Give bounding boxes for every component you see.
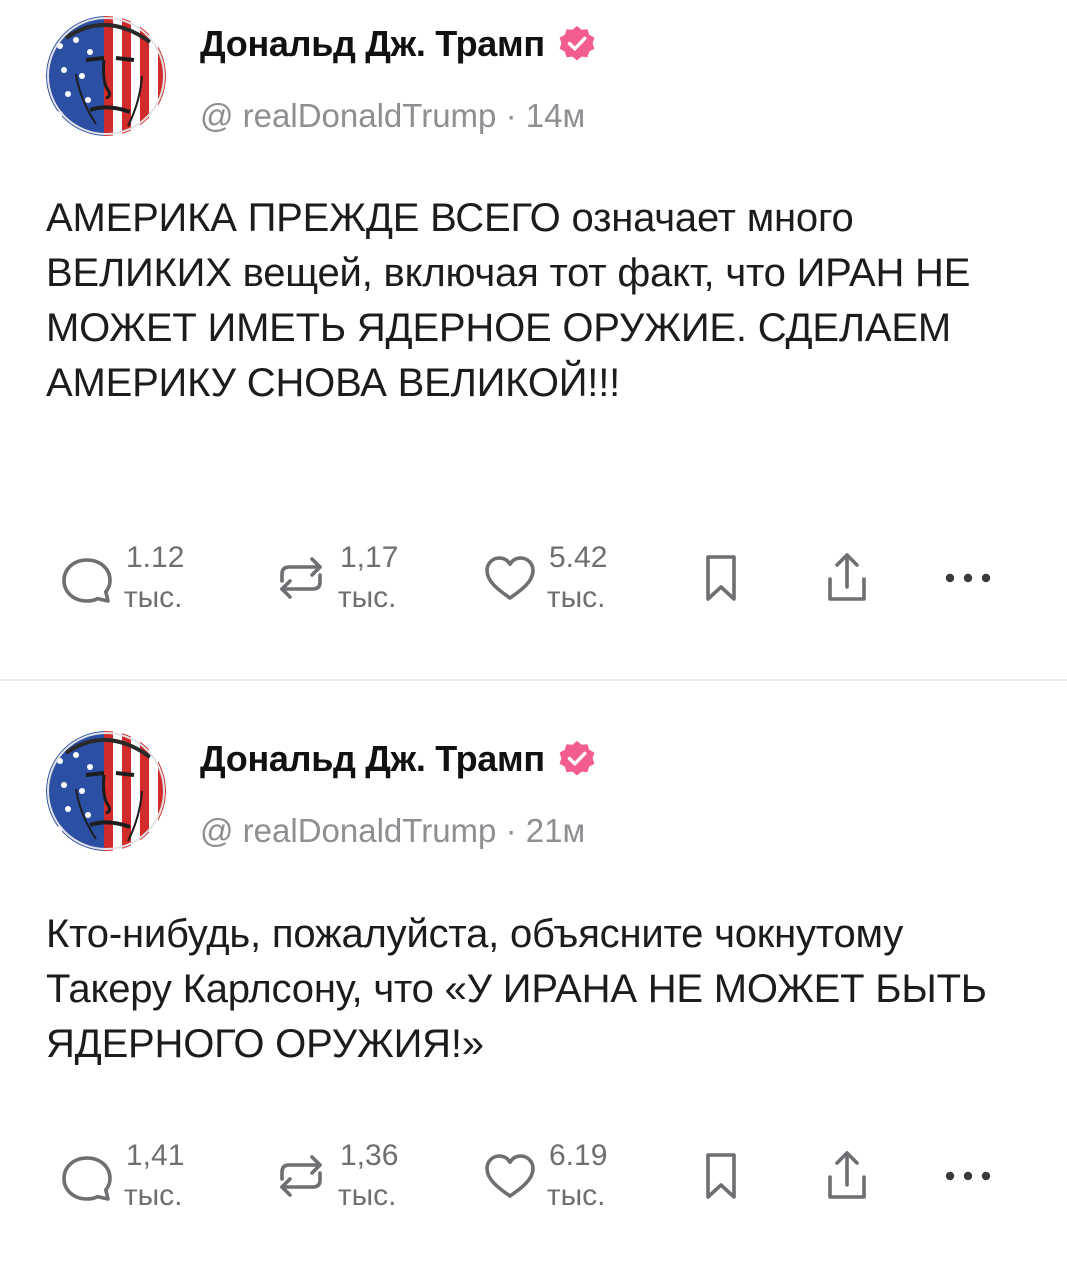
author-row: Дональд Дж. Трамп (200, 733, 597, 785)
bookmark-icon (706, 1153, 736, 1199)
reply-count-unit: тыс. (123, 1179, 183, 1212)
like-count-value: 6.19 (549, 1139, 608, 1172)
like-count: 5.42 тыс. (546, 538, 608, 618)
verified-badge-icon (559, 26, 595, 61)
author-handle[interactable]: @ realDonaldTrump (200, 812, 496, 849)
like-count: 6.19 тыс. (546, 1136, 608, 1216)
reply-count: 1,41 тыс. (123, 1136, 185, 1216)
more-options-button[interactable] (938, 533, 998, 623)
reply-count-value: 1.12 (126, 541, 185, 574)
share-button[interactable] (816, 533, 878, 623)
repost-count-unit: тыс. (337, 1179, 397, 1212)
repost-button[interactable]: 1,17 тыс. (268, 533, 398, 623)
like-icon (485, 1154, 535, 1198)
author-handle[interactable]: @ realDonaldTrump (200, 97, 496, 134)
post-card[interactable]: Дональд Дж. Трамп @ realDonaldTrump · 14… (0, 0, 1067, 680)
share-icon (828, 553, 866, 601)
avatar[interactable] (46, 731, 166, 851)
like-count-unit: тыс. (546, 581, 606, 614)
more-icon (945, 1171, 991, 1181)
verified-badge-icon (559, 741, 595, 776)
action-bar: 1.12 тыс. 1,17 тыс. 5.42 тыс. (0, 533, 1067, 623)
avatar-flag-portrait-image (46, 16, 166, 136)
meta-separator: · (505, 97, 526, 134)
bookmark-button[interactable] (690, 533, 752, 623)
avatar-flag-portrait-image (46, 731, 166, 851)
reply-button[interactable]: 1.12 тыс. (54, 533, 184, 623)
more-icon (945, 573, 991, 583)
reply-icon (62, 1156, 112, 1201)
post-text: Кто-нибудь, пожалуйста, объясните чокнут… (46, 912, 987, 1066)
repost-icon (280, 557, 322, 599)
handle-row: @ realDonaldTrump · 21м (200, 809, 585, 853)
more-options-button[interactable] (938, 1131, 998, 1221)
repost-count: 1,17 тыс. (337, 538, 399, 618)
avatar[interactable] (46, 16, 166, 136)
repost-icon (280, 1155, 322, 1197)
repost-count-unit: тыс. (337, 581, 397, 614)
author-row: Дональд Дж. Трамп (200, 18, 597, 70)
like-count-unit: тыс. (546, 1179, 606, 1212)
like-count-value: 5.42 (549, 541, 608, 574)
repost-count-value: 1,17 (340, 541, 399, 574)
action-bar: 1,41 тыс. 1,36 тыс. 6.19 тыс. (0, 1131, 1067, 1221)
like-button[interactable]: 5.42 тыс. (477, 533, 607, 623)
post-time[interactable]: 21м (526, 812, 585, 849)
bookmark-button[interactable] (690, 1131, 752, 1221)
meta-separator: · (505, 812, 526, 849)
repost-count-value: 1,36 (340, 1139, 399, 1172)
post-card[interactable]: Дональд Дж. Трамп @ realDonaldTrump · 21… (0, 681, 1067, 1280)
share-button[interactable] (816, 1131, 878, 1221)
post-time[interactable]: 14м (526, 97, 585, 134)
post-text: АМЕРИКА ПРЕЖДЕ ВСЕГО означает много ВЕЛИ… (46, 196, 971, 405)
like-icon (485, 556, 535, 600)
repost-count: 1,36 тыс. (337, 1136, 399, 1216)
repost-button[interactable]: 1,36 тыс. (268, 1131, 398, 1221)
reply-button[interactable]: 1,41 тыс. (54, 1131, 184, 1221)
reply-count-value: 1,41 (126, 1139, 185, 1172)
author-name[interactable]: Дональд Дж. Трамп (200, 18, 545, 70)
reply-icon (62, 558, 112, 603)
reply-count-unit: тыс. (123, 581, 183, 614)
share-icon (828, 1151, 866, 1199)
like-button[interactable]: 6.19 тыс. (477, 1131, 607, 1221)
bookmark-icon (706, 555, 736, 601)
author-name[interactable]: Дональд Дж. Трамп (200, 733, 545, 785)
handle-row: @ realDonaldTrump · 14м (200, 94, 585, 138)
reply-count: 1.12 тыс. (123, 538, 185, 618)
